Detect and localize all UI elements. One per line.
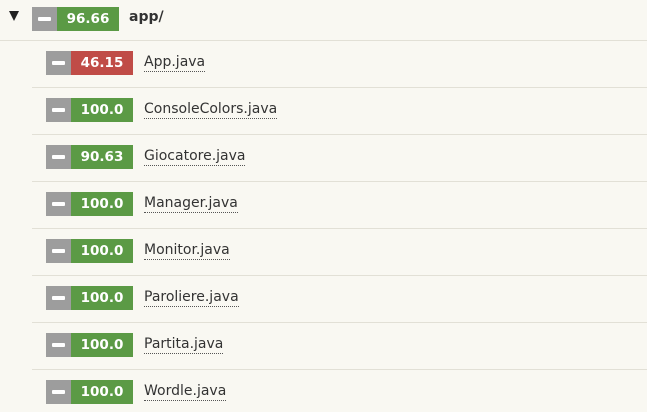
file-score: 100.0 [71,333,133,357]
minus-icon[interactable] [46,239,71,263]
file-row: 100.0 Partita.java [32,323,647,370]
directory-row-app: 96.66 app/ [0,0,647,41]
file-score-badge[interactable]: 100.0 [46,333,133,357]
file-link[interactable]: Monitor.java [144,242,230,260]
minus-icon[interactable] [32,7,57,31]
file-row: 100.0 Wordle.java [32,370,647,412]
file-row: 100.0 Monitor.java [32,229,647,276]
file-link[interactable]: ConsoleColors.java [144,101,278,119]
minus-icon[interactable] [46,51,71,75]
file-link[interactable]: Wordle.java [144,383,227,401]
coverage-tree: 96.66 app/ 46.15 App.java 100.0 ConsoleC… [0,0,647,412]
file-link[interactable]: Partita.java [144,336,224,354]
file-score-badge[interactable]: 46.15 [46,51,133,75]
minus-icon[interactable] [46,145,71,169]
file-row: 100.0 Paroliere.java [32,276,647,323]
minus-icon[interactable] [46,98,71,122]
file-score: 100.0 [71,192,133,216]
directory-label[interactable]: app/ [129,9,164,25]
file-link[interactable]: Manager.java [144,195,238,213]
minus-icon[interactable] [46,380,71,404]
file-link[interactable]: Giocatore.java [144,148,246,166]
file-row: 100.0 Manager.java [32,182,647,229]
file-link[interactable]: App.java [144,54,206,72]
file-row: 100.0 ConsoleColors.java [32,88,647,135]
file-score: 90.63 [71,145,133,169]
file-score-badge[interactable]: 100.0 [46,239,133,263]
file-score: 100.0 [71,380,133,404]
file-row: 90.63 Giocatore.java [32,135,647,182]
minus-icon[interactable] [46,192,71,216]
file-score: 100.0 [71,98,133,122]
file-score: 100.0 [71,239,133,263]
file-score-badge[interactable]: 100.0 [46,380,133,404]
file-row: 46.15 App.java [32,41,647,88]
file-score-badge[interactable]: 100.0 [46,286,133,310]
directory-score: 96.66 [57,7,119,31]
file-score: 46.15 [71,51,133,75]
minus-icon[interactable] [46,333,71,357]
file-score: 100.0 [71,286,133,310]
minus-icon[interactable] [46,286,71,310]
file-score-badge[interactable]: 90.63 [46,145,133,169]
collapse-triangle-icon[interactable] [9,11,19,21]
file-score-badge[interactable]: 100.0 [46,192,133,216]
file-link[interactable]: Paroliere.java [144,289,239,307]
directory-score-badge[interactable]: 96.66 [32,7,119,31]
file-score-badge[interactable]: 100.0 [46,98,133,122]
